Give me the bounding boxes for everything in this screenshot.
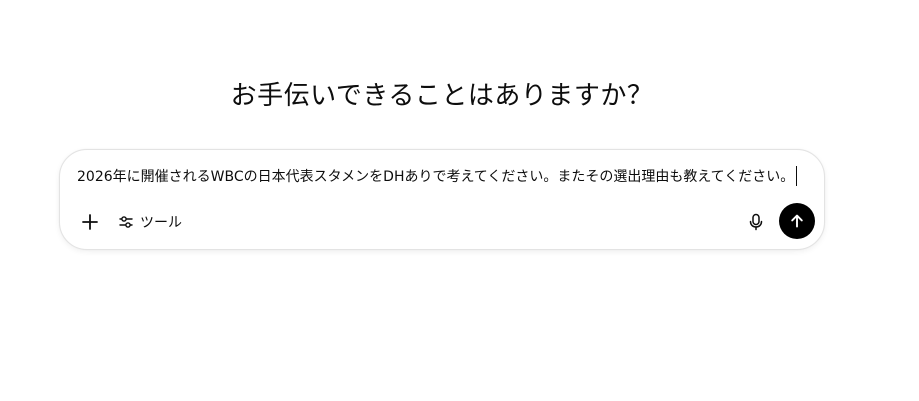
- voice-input-button[interactable]: [740, 206, 772, 238]
- tools-button[interactable]: ツール: [112, 206, 190, 238]
- microphone-icon: [748, 213, 764, 231]
- arrow-up-icon: [789, 213, 805, 229]
- sliders-icon: [118, 214, 134, 230]
- add-attachment-button[interactable]: [74, 206, 106, 238]
- page-title: お手伝いできることはありますか？: [230, 81, 654, 111]
- chat-start-page: お手伝いできることはありますか？ 2026年に開催されるWBCの日本代表スタメン…: [0, 0, 919, 401]
- plus-icon: [81, 213, 99, 231]
- prompt-input-value: 2026年に開催されるWBCの日本代表スタメンをDHありで考えてください。またそ…: [77, 169, 795, 185]
- prompt-composer: 2026年に開催されるWBCの日本代表スタメンをDHありで考えてください。またそ…: [59, 149, 825, 250]
- text-caret: [796, 166, 798, 186]
- prompt-input[interactable]: 2026年に開催されるWBCの日本代表スタメンをDHありで考えてください。またそ…: [77, 166, 812, 188]
- tools-label: ツール: [140, 215, 182, 231]
- send-button[interactable]: [779, 203, 815, 239]
